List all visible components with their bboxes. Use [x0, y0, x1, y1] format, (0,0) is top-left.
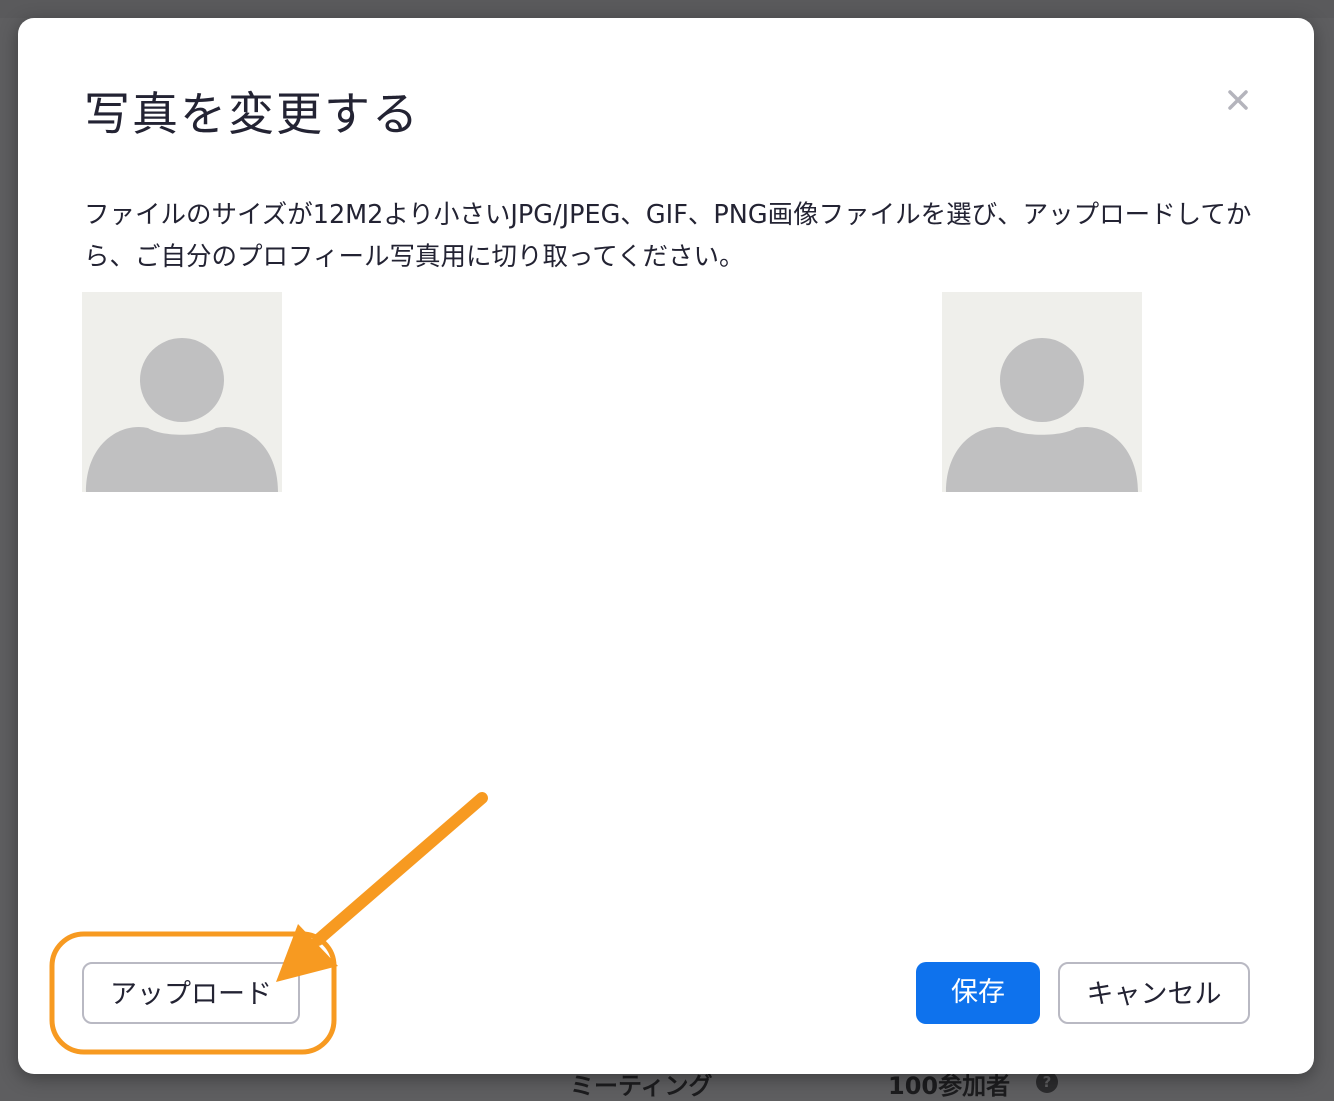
upload-instructions: ファイルのサイズが12M2より小さいJPG/JPEG、GIF、PNG画像ファイル… — [84, 200, 1252, 272]
save-button[interactable]: 保存 — [916, 962, 1040, 1024]
dialog-title: 写真を変更する — [84, 87, 420, 141]
person-icon — [86, 338, 278, 492]
change-photo-dialog: 写真を変更する ファイルのサイズが12M2より小さいJPG/JPEG、GIF、P… — [18, 18, 1314, 1074]
person-icon — [946, 338, 1138, 492]
background-header — [0, 0, 1334, 18]
crop-preview-avatar — [82, 292, 282, 492]
current-photo-avatar — [942, 292, 1142, 492]
close-icon[interactable] — [1224, 86, 1252, 114]
help-icon: ? — [1036, 1071, 1058, 1093]
upload-button[interactable]: アップロード — [82, 962, 300, 1024]
cancel-button[interactable]: キャンセル — [1058, 962, 1250, 1024]
